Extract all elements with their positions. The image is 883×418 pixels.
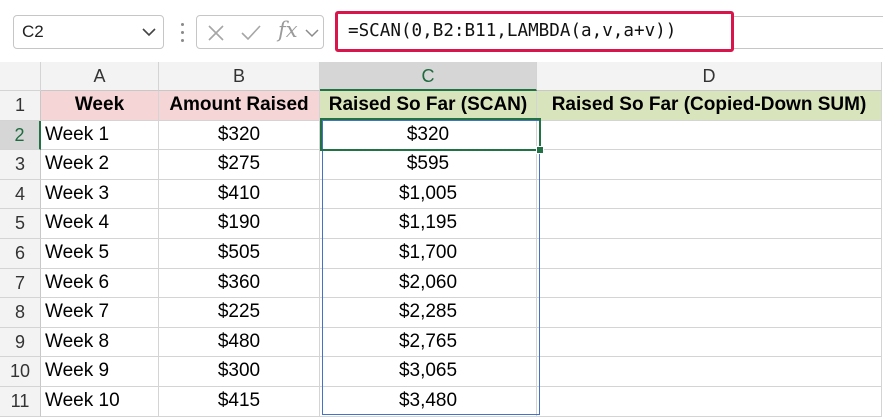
row-header[interactable]: 11 [0,386,41,417]
cell-a3[interactable]: Week 2 [41,150,159,180]
cell-b9[interactable]: $480 [159,327,320,358]
cell-b4[interactable]: $410 [159,179,320,210]
row-header[interactable]: 3 [0,150,41,180]
cell-c4[interactable]: $1,005 [320,179,537,210]
cell-d9[interactable] [537,327,882,358]
close-icon[interactable] [206,23,226,43]
cell-d7[interactable] [537,268,882,299]
cell-a4[interactable]: Week 3 [41,179,159,210]
cell-b2[interactable]: $320 [159,120,320,151]
cell-c10[interactable]: $3,065 [320,357,537,387]
cell-a5[interactable]: Week 4 [41,209,159,239]
row-header[interactable]: 2 [0,120,41,151]
name-box-value: C2 [22,22,44,41]
cell-b7[interactable]: $360 [159,268,320,299]
formula-bar: C2 fx =SCAN(0,B2:B11,LAMBDA(a,v,a+v)) [0,0,883,62]
cell-d8[interactable] [537,298,882,328]
formula-bar-grip[interactable] [176,19,190,47]
formula-buttons: fx [196,15,324,49]
cell-b6[interactable]: $505 [159,238,320,269]
formula-text: =SCAN(0,B2:B11,LAMBDA(a,v,a+v)) [348,21,677,41]
cell-b11[interactable]: $415 [159,386,320,417]
column-header-d[interactable]: D [537,62,882,91]
chevron-down-icon[interactable] [140,23,158,41]
row-header[interactable]: 7 [0,268,41,299]
cell-b3[interactable]: $275 [159,150,320,180]
cell-c5[interactable]: $1,195 [320,209,537,239]
cell-d4[interactable] [537,179,882,210]
cell-c9[interactable]: $2,765 [320,327,537,358]
cell-a1[interactable]: Week [41,91,159,121]
column-header-c[interactable]: C [320,62,537,91]
cell-c1[interactable]: Raised So Far (SCAN) [320,91,537,121]
name-box[interactable]: C2 [13,15,164,49]
cell-c8[interactable]: $2,285 [320,298,537,328]
cell-d3[interactable] [537,150,882,180]
fx-icon[interactable]: fx [278,18,298,42]
chevron-down-icon[interactable] [304,25,320,41]
cell-a8[interactable]: Week 7 [41,298,159,328]
cell-b8[interactable]: $225 [159,298,320,328]
cell-b10[interactable]: $300 [159,357,320,387]
cell-c2[interactable]: $320 [320,120,537,151]
row-header[interactable]: 1 [0,91,41,121]
cell-b1[interactable]: Amount Raised [159,91,320,121]
cell-d6[interactable] [537,238,882,269]
check-icon[interactable] [240,23,262,43]
cell-c3[interactable]: $595 [320,150,537,180]
formula-input[interactable]: =SCAN(0,B2:B11,LAMBDA(a,v,a+v)) [335,11,734,52]
column-header-a[interactable]: A [41,62,159,91]
cell-b5[interactable]: $190 [159,209,320,239]
cell-d1[interactable]: Raised So Far (Copied-Down SUM) [537,91,882,121]
cell-d5[interactable] [537,209,882,239]
cell-c7[interactable]: $2,060 [320,268,537,299]
fill-handle[interactable] [536,146,544,154]
select-all-corner[interactable] [0,62,41,91]
cell-c11[interactable]: $3,480 [320,386,537,417]
row-header[interactable]: 8 [0,298,41,328]
cell-d2[interactable] [537,120,882,151]
cell-a2[interactable]: Week 1 [41,120,159,151]
cell-c6[interactable]: $1,700 [320,238,537,269]
row-header[interactable]: 10 [0,357,41,387]
cell-a7[interactable]: Week 6 [41,268,159,299]
formula-input-extension[interactable] [734,16,883,49]
row-header[interactable]: 5 [0,209,41,239]
cell-a9[interactable]: Week 8 [41,327,159,358]
spreadsheet-grid: A B C D 1 Week Amount Raised Raised So F… [0,62,882,417]
row-header[interactable]: 6 [0,238,41,269]
cell-a11[interactable]: Week 10 [41,386,159,417]
cell-a6[interactable]: Week 5 [41,238,159,269]
row-header[interactable]: 9 [0,327,41,358]
cell-d10[interactable] [537,357,882,387]
cell-a10[interactable]: Week 9 [41,357,159,387]
column-header-b[interactable]: B [159,62,320,91]
cell-d11[interactable] [537,386,882,417]
row-header[interactable]: 4 [0,179,41,210]
